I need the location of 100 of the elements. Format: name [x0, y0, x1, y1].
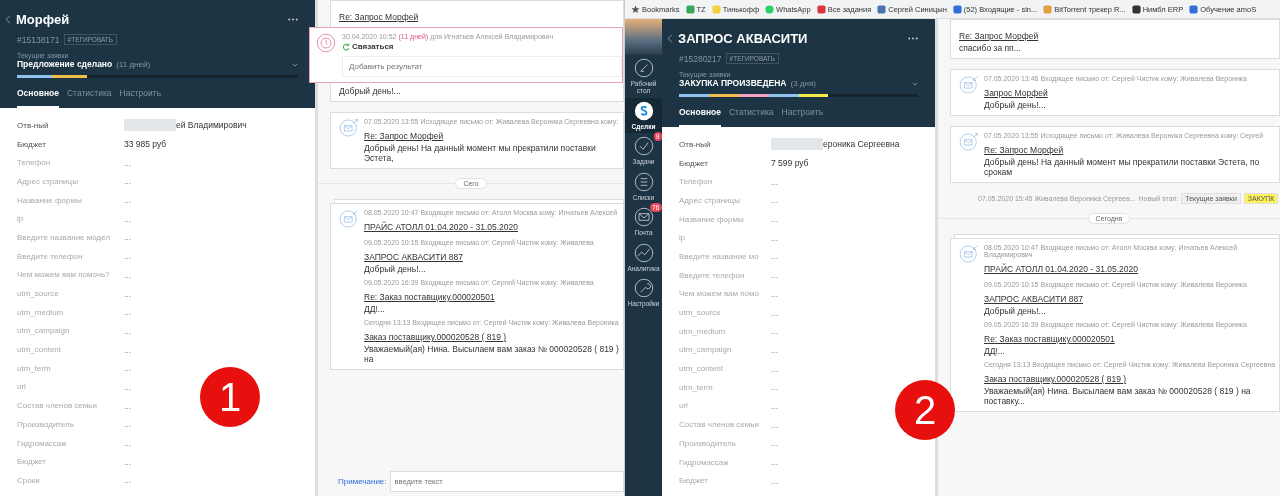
- field-value[interactable]: ...: [771, 475, 779, 486]
- email-subject-link[interactable]: Запрос Морфей: [984, 88, 1048, 98]
- field-value[interactable]: ...: [771, 251, 779, 262]
- site-favicon-icon: [1131, 4, 1141, 14]
- field-value[interactable]: ...: [771, 232, 779, 243]
- stage-duration: (11 дней): [116, 60, 152, 69]
- site-favicon-icon: [1189, 4, 1199, 14]
- tab[interactable]: Настроить: [119, 88, 162, 108]
- field-value[interactable]: ...: [124, 307, 132, 318]
- field-value[interactable]: ...: [771, 419, 779, 430]
- field-value[interactable]: ...: [124, 251, 132, 262]
- envelope-outgoing-icon: [339, 118, 359, 138]
- email-subject-link[interactable]: ЗАПРОС АКВАСИТИ 887: [984, 294, 1083, 304]
- field-value[interactable]: ...: [771, 457, 779, 468]
- field-value[interactable]: ...: [124, 288, 132, 299]
- email-preview: ДД!...: [364, 304, 386, 314]
- field-value[interactable]: ...: [771, 382, 779, 393]
- chevron-down-icon[interactable]: [292, 63, 298, 67]
- email-subject-link[interactable]: Re: Запрос Морфей: [364, 131, 444, 141]
- field-value[interactable]: ...: [771, 176, 779, 187]
- field-value[interactable]: ...: [771, 195, 779, 206]
- deal-id: #15138171: [17, 34, 60, 45]
- deal-title: ЗАПРОС АКВАСИТИ: [678, 31, 809, 46]
- dollar-circle-icon: [633, 100, 654, 121]
- field-value[interactable]: ...: [124, 269, 132, 280]
- tab[interactable]: Статистика: [66, 88, 112, 108]
- field-label: Чем можем вам помо: [679, 289, 760, 299]
- field-value[interactable]: ...: [124, 157, 132, 168]
- result-input-field[interactable]: Добавить результат: [342, 56, 622, 77]
- field-value[interactable]: ...: [771, 307, 779, 318]
- field-label: utm_term: [17, 363, 52, 373]
- field-value[interactable]: ...: [771, 363, 779, 374]
- field-value[interactable]: ...: [124, 213, 132, 224]
- field-value[interactable]: ...: [771, 344, 779, 355]
- envelope-incoming-icon: [339, 209, 359, 229]
- field-value[interactable]: ...: [124, 381, 132, 392]
- chat-bubble-icon: [765, 4, 775, 14]
- email-subject-link[interactable]: ПРАЙС АТОЛЛ 01.04.2020 - 31.05.2020: [364, 222, 518, 232]
- field-value[interactable]: ...: [771, 400, 779, 411]
- field-label: utm_source: [17, 289, 60, 299]
- email-subject-link[interactable]: Re: Запрос Морфей: [959, 31, 1039, 41]
- field-value[interactable]: ...: [124, 195, 132, 206]
- field-value[interactable]: ...: [124, 325, 132, 336]
- field-label: utm_medium: [17, 307, 65, 317]
- back-chevron-icon[interactable]: [5, 15, 11, 24]
- field-label: ip: [679, 233, 687, 243]
- field-value[interactable]: ...: [124, 232, 132, 243]
- field-value[interactable]: ...: [124, 419, 132, 430]
- circular-arrow-icon: [342, 42, 350, 51]
- tab[interactable]: Настроить: [781, 107, 824, 127]
- field-value[interactable]: 7 599 руб: [771, 158, 809, 169]
- field-value[interactable]: ...: [124, 400, 132, 411]
- field-value[interactable]: ...: [124, 363, 132, 374]
- site-favicon-icon: [1043, 4, 1053, 14]
- field-label: Отв-ный: [17, 120, 50, 130]
- field-value[interactable]: ...: [771, 270, 779, 281]
- field-label: utm_campaign: [17, 326, 71, 336]
- email-preview: Добрый день! На данный момент мы прекратили поставки Эстета,: [364, 143, 597, 163]
- field-value[interactable]: ...: [124, 475, 132, 486]
- field-value[interactable]: ...: [124, 176, 132, 187]
- field-value[interactable]: ...: [124, 456, 132, 467]
- envelope-circle-icon: [633, 207, 654, 228]
- pencil-circle-icon: [633, 58, 654, 78]
- email-subject-link[interactable]: Заказ поставщику.000020528 ( 819 ): [984, 374, 1127, 384]
- back-chevron-icon[interactable]: [667, 34, 673, 43]
- email-subject-link[interactable]: Заказ поставщику.000020528 ( 819 ): [364, 332, 507, 342]
- field-label: utm_campaign: [679, 345, 733, 355]
- field-value[interactable]: ероника Сергеевна: [823, 139, 900, 150]
- stage-dropdown[interactable]: Предложение сделано: [17, 59, 113, 69]
- field-label: utm_term: [679, 382, 714, 392]
- email-subject-link[interactable]: ЗАПРОС АКВАСИТИ 887: [364, 252, 463, 262]
- field-value[interactable]: ...: [771, 326, 779, 337]
- more-icon[interactable]: [908, 37, 918, 40]
- email-subject-link[interactable]: Re: Запрос Морфей: [339, 12, 419, 22]
- field-value[interactable]: ...: [771, 214, 779, 225]
- field-value[interactable]: ...: [124, 344, 132, 355]
- field-value[interactable]: ей Владимирович: [176, 120, 247, 131]
- email-subject-link[interactable]: ПРАЙС АТОЛЛ 01.04.2020 - 31.05.2020: [984, 264, 1138, 274]
- field-value[interactable]: ...: [124, 438, 132, 449]
- stage-dropdown[interactable]: ЗАКУПКА ПРОИЗВЕДЕНА: [679, 78, 787, 88]
- more-icon[interactable]: [288, 18, 298, 21]
- field-label: Гидромассаж: [679, 457, 730, 467]
- star-icon: [631, 4, 640, 14]
- email-subject-link[interactable]: Re: Заказ поставщику.000020501: [984, 334, 1115, 344]
- field-value[interactable]: 33 985 руб: [124, 139, 167, 150]
- note-link[interactable]: Примечание:: [338, 477, 387, 486]
- site-favicon-icon: [952, 4, 962, 14]
- tab[interactable]: Основное: [679, 107, 721, 127]
- field-label: Чем можем вам помочь?: [17, 270, 111, 280]
- tab[interactable]: Основное: [17, 88, 59, 108]
- email-subject-link[interactable]: Re: Заказ поставщику.000020501: [364, 292, 495, 302]
- field-label: utm_medium: [679, 326, 727, 336]
- email-preview: Добрый день!...: [984, 306, 1047, 316]
- clock-icon: [316, 33, 336, 53]
- tab[interactable]: Статистика: [728, 107, 774, 127]
- chevron-down-icon[interactable]: [912, 82, 918, 86]
- email-preview: Добрый день!...: [984, 100, 1047, 110]
- email-subject-link[interactable]: Re: Запрос Морфей: [984, 145, 1064, 155]
- field-value[interactable]: ...: [771, 288, 779, 299]
- field-value[interactable]: ...: [771, 438, 779, 449]
